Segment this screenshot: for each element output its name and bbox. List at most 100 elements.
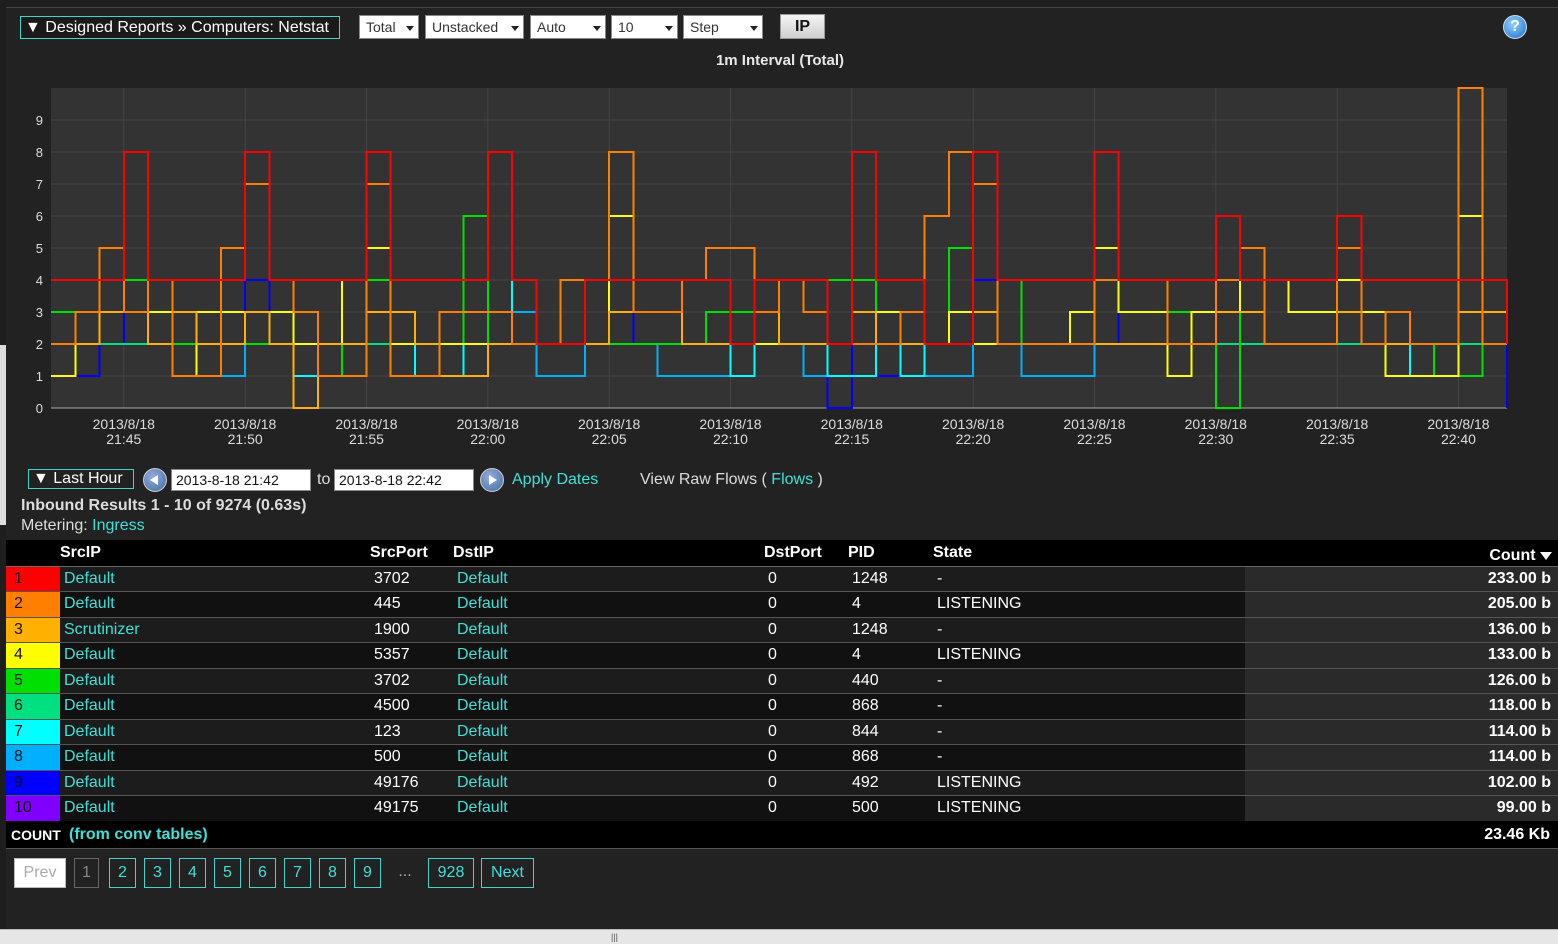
header-dstip[interactable]: DstIP xyxy=(453,540,764,567)
select-scale[interactable]: Auto xyxy=(530,15,606,39)
cell-dstip-text[interactable]: Default xyxy=(457,672,508,689)
cell-srcip[interactable]: Default xyxy=(60,693,370,720)
end-date-input[interactable] xyxy=(334,469,474,491)
ip-button[interactable]: IP xyxy=(780,14,825,39)
cell-dstip[interactable]: Default xyxy=(453,693,764,720)
row-number-swatch: 1 xyxy=(6,566,60,592)
table-row[interactable]: 4 Default 5357 Default 0 4 LISTENING 133.00 b xyxy=(6,642,1558,669)
cell-srcip[interactable]: Scrutinizer xyxy=(60,617,370,643)
cell-dstip-text[interactable]: Default xyxy=(457,621,508,638)
x-tick-date: 2013/8/18 xyxy=(821,416,883,432)
header-pid[interactable]: PID xyxy=(848,540,933,567)
page-928-button[interactable]: 928 xyxy=(428,858,474,888)
table-row[interactable]: 10 Default 49175 Default 0 500 LISTENING 99.00 … xyxy=(6,795,1558,822)
breadcrumb-dropdown[interactable]: ▼ Designed Reports » Computers: Netstat xyxy=(20,15,340,39)
page-6-button[interactable]: 6 xyxy=(249,858,276,888)
previous-period-icon[interactable] xyxy=(143,468,167,492)
page-3-button[interactable]: 3 xyxy=(144,858,171,888)
cell-srcip-text[interactable]: Default xyxy=(64,799,115,816)
header-dstport[interactable]: DstPort xyxy=(764,540,848,567)
x-tick-date: 2013/8/18 xyxy=(942,416,1004,432)
page-9-button[interactable]: 9 xyxy=(354,858,381,888)
cell-dstip-text[interactable]: Default xyxy=(457,748,508,765)
cell-srcip-text[interactable]: Default xyxy=(64,774,115,791)
cell-srcip[interactable]: Default xyxy=(60,770,370,796)
cell-srcip-text[interactable]: Default xyxy=(64,672,115,689)
page-8-button[interactable]: 8 xyxy=(319,858,346,888)
cell-dstip-text[interactable]: Default xyxy=(457,570,508,587)
header-srcport[interactable]: SrcPort xyxy=(370,540,453,567)
table-row[interactable]: 5 Default 3702 Default 0 440 - 126.00 b xyxy=(6,668,1558,694)
time-range-dropdown[interactable]: ▼ Last Hour xyxy=(28,469,134,489)
cell-srcip-text[interactable]: Scrutinizer xyxy=(64,621,140,638)
apply-dates-link[interactable]: Apply Dates xyxy=(512,471,598,489)
cell-srcip-text[interactable]: Default xyxy=(64,748,115,765)
header-state[interactable]: State xyxy=(933,540,1245,567)
cell-srcip-text[interactable]: Default xyxy=(64,570,115,587)
prev-page-button[interactable]: Prev xyxy=(14,858,66,888)
cell-dstip[interactable]: Default xyxy=(453,795,764,822)
next-page-button[interactable]: Next xyxy=(481,858,534,888)
cell-srcip[interactable]: Default xyxy=(60,719,370,745)
select-graph-style[interactable]: Step xyxy=(683,15,763,39)
table-row[interactable]: 6 Default 4500 Default 0 868 - 118.00 b xyxy=(6,693,1558,720)
page-4-button[interactable]: 4 xyxy=(179,858,206,888)
cell-srcip[interactable]: Default xyxy=(60,642,370,669)
row-number-swatch-text: 4 xyxy=(14,646,23,664)
cell-srcport-text: 49176 xyxy=(374,773,419,791)
cell-srcip[interactable]: Default xyxy=(60,566,370,592)
x-tick-time: 22:15 xyxy=(834,431,869,447)
cell-count-text: 114.00 b xyxy=(1488,722,1551,740)
cell-dstip-text[interactable]: Default xyxy=(457,697,508,714)
header-srcip[interactable]: SrcIP xyxy=(60,540,370,567)
cell-dstip[interactable]: Default xyxy=(453,744,764,771)
header-count[interactable]: Count xyxy=(1245,540,1558,567)
cell-dstip-text[interactable]: Default xyxy=(457,774,508,791)
table-row[interactable]: 8 Default 500 Default 0 868 - 114.00 b xyxy=(6,744,1558,771)
table-row[interactable]: 7 Default 123 Default 0 844 - 114.00 b xyxy=(6,719,1558,745)
cell-srcip-text[interactable]: Default xyxy=(64,646,115,663)
cell-srcip-text[interactable]: Default xyxy=(64,595,115,612)
cell-dstip[interactable]: Default xyxy=(453,668,764,694)
cell-dstip[interactable]: Default xyxy=(453,617,764,643)
table-row[interactable]: 2 Default 445 Default 0 4 LISTENING 205.00 b xyxy=(6,591,1558,618)
cell-dstip-text[interactable]: Default xyxy=(457,723,508,740)
cell-srcip[interactable]: Default xyxy=(60,591,370,618)
cell-dstip-text[interactable]: Default xyxy=(457,595,508,612)
cell-dstip[interactable]: Default xyxy=(453,591,764,618)
bottom-splitter[interactable]: ||| xyxy=(0,929,1558,944)
table-row[interactable]: 9 Default 49176 Default 0 492 LISTENING 102.00 … xyxy=(6,770,1558,796)
page-5-button[interactable]: 5 xyxy=(214,858,241,888)
cell-state-text: LISTENING xyxy=(937,799,1022,817)
cell-srcip[interactable]: Default xyxy=(60,795,370,822)
cell-count-text: 114.00 b xyxy=(1488,748,1551,766)
x-tick-date: 2013/8/18 xyxy=(335,416,397,432)
flows-link[interactable]: Flows xyxy=(771,471,813,488)
count-source-link[interactable]: (from conv tables) xyxy=(69,826,208,844)
select-top-n[interactable]: 10 xyxy=(611,15,678,39)
select-stacking[interactable]: Unstacked xyxy=(425,15,524,39)
cell-srcport: 4500 xyxy=(370,693,453,720)
select-total[interactable]: Total xyxy=(359,15,419,39)
cell-dstip[interactable]: Default xyxy=(453,642,764,669)
cell-dstip-text[interactable]: Default xyxy=(457,799,508,816)
cell-srcip[interactable]: Default xyxy=(60,744,370,771)
table-row[interactable]: 3 Scrutinizer 1900 Default 0 1248 - 136.00 b xyxy=(6,617,1558,643)
page-2-button[interactable]: 2 xyxy=(109,858,136,888)
cell-dstip[interactable]: Default xyxy=(453,719,764,745)
cell-dstport: 0 xyxy=(764,668,848,694)
help-icon[interactable]: ? xyxy=(1503,15,1527,39)
cell-srcip-text[interactable]: Default xyxy=(64,723,115,740)
cell-dstip-text[interactable]: Default xyxy=(457,646,508,663)
start-date-input[interactable] xyxy=(171,469,311,491)
table-row[interactable]: 1 Default 3702 Default 0 1248 - 233.00 b xyxy=(6,566,1558,592)
page-1-button[interactable]: 1 xyxy=(74,858,99,888)
cell-dstip[interactable]: Default xyxy=(453,566,764,592)
next-period-icon[interactable] xyxy=(480,468,504,492)
page-7-button[interactable]: 7 xyxy=(284,858,311,888)
cell-srcip[interactable]: Default xyxy=(60,668,370,694)
metering-link[interactable]: Ingress xyxy=(92,517,144,534)
cell-dstip[interactable]: Default xyxy=(453,770,764,796)
cell-srcport-text: 3702 xyxy=(374,671,410,689)
cell-srcip-text[interactable]: Default xyxy=(64,697,115,714)
